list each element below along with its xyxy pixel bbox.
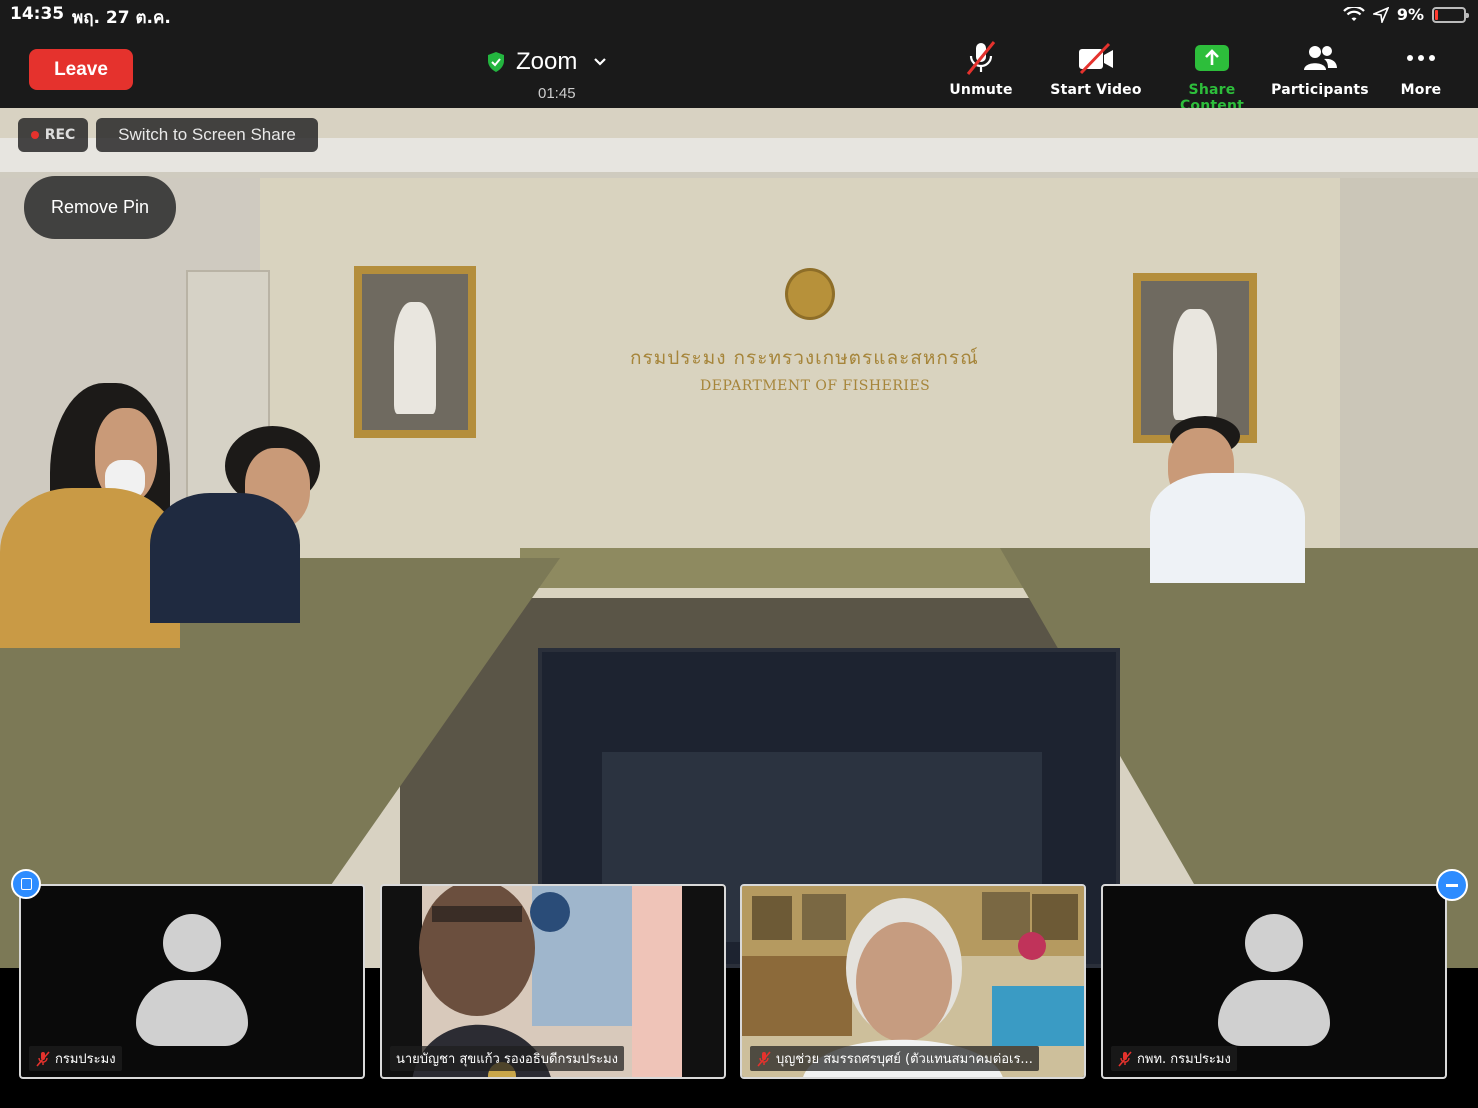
default-avatar-icon	[1218, 914, 1330, 1046]
participants-icon	[1304, 46, 1337, 70]
status-date: พฤ. 27 ต.ค.	[72, 8, 171, 28]
recording-indicator: REC	[18, 118, 88, 152]
collapse-thumbnails-icon[interactable]	[1436, 869, 1468, 901]
pinned-video[interactable]: กรมประมง กระทรวงเกษตรและสหกรณ์ DEPARTMEN…	[0, 108, 1478, 968]
start-video-label: Start Video	[1050, 82, 1142, 98]
participant-name-tag: นายบัญชา สุขแก้ว รองอธิบดีกรมประมง	[390, 1046, 625, 1071]
status-bar: 14:35 พฤ. 27 ต.ค. 9%	[0, 0, 1478, 30]
leave-button[interactable]: Leave	[29, 49, 133, 90]
remove-pin-button[interactable]: Remove Pin	[24, 176, 176, 239]
participant-name-tag: บุญช่วย สมรรถศรบุศย์ (ตัวแทนสมาคมต่อเร..…	[750, 1046, 1039, 1071]
battery-percent: 9%	[1396, 5, 1424, 24]
participant-name-tag: กพท. กรมประมง	[1111, 1046, 1237, 1071]
battery-icon	[1432, 6, 1469, 23]
participant-tile-2[interactable]: นายบัญชา สุขแก้ว รองอธิบดีกรมประมง	[380, 884, 726, 1079]
more-label: More	[1400, 82, 1442, 98]
participant-name-tag: กรมประมง	[29, 1046, 122, 1071]
muted-mic-icon	[966, 41, 996, 75]
participant-name: นายบัญชา สุขแก้ว รองอธิบดีกรมประมง	[396, 1052, 619, 1067]
participants-button[interactable]: Participants	[1265, 40, 1375, 98]
more-button[interactable]: More	[1366, 40, 1476, 98]
more-dots-icon	[1407, 55, 1435, 61]
participants-label: Participants	[1271, 82, 1369, 98]
security-shield-icon	[488, 52, 504, 72]
meeting-title: Zoom	[516, 48, 578, 75]
video-off-icon	[1079, 42, 1113, 75]
portrait-frame-left	[354, 266, 476, 438]
status-time: 14:35	[10, 4, 65, 24]
meeting-toolbar: Leave Zoom 01:45 Unmute Start Video Shar…	[0, 30, 1478, 114]
participant-name: กรมประมง	[55, 1052, 116, 1067]
participant-name: กพท. กรมประมง	[1137, 1052, 1231, 1067]
record-dot-icon	[30, 131, 39, 139]
department-seal	[785, 268, 835, 320]
wall-sign-english: DEPARTMENT OF FISHERIES	[700, 378, 931, 394]
unmute-label: Unmute	[949, 82, 1013, 98]
meeting-timer: 01:45	[538, 85, 576, 102]
participant-tile-3[interactable]: บุญช่วย สมรรถศรบุศย์ (ตัวแทนสมาคมต่อเร..…	[740, 884, 1086, 1079]
participant-tile-4[interactable]: กพท. กรมประมง	[1101, 884, 1447, 1079]
share-arrow-icon	[1195, 45, 1229, 71]
table-far-side	[520, 548, 1040, 588]
wall-sign-thai: กรมประมง กระทรวงเกษตรและสหกรณ์	[630, 347, 979, 369]
wifi-icon	[1343, 6, 1365, 21]
switch-to-screen-share-button[interactable]: Switch to Screen Share	[96, 118, 318, 152]
muted-mic-icon	[1118, 1050, 1132, 1067]
location-arrow-icon	[1372, 6, 1389, 23]
participant-tile-1[interactable]: กรมประมง	[19, 884, 365, 1079]
unmute-button[interactable]: Unmute	[926, 40, 1036, 98]
share-content-button[interactable]: Share Content	[1157, 40, 1267, 114]
battery-fill	[1435, 9, 1438, 20]
rec-label: REC	[44, 127, 76, 143]
chevron-down-icon	[594, 58, 607, 66]
pin-video-icon[interactable]	[11, 869, 41, 899]
default-avatar-icon	[136, 914, 248, 1046]
muted-mic-icon	[36, 1050, 50, 1067]
start-video-button[interactable]: Start Video	[1041, 40, 1151, 98]
meeting-info[interactable]: Zoom	[486, 48, 607, 76]
status-right: 9%	[1343, 5, 1469, 24]
muted-mic-icon	[757, 1050, 771, 1067]
participant-name: บุญช่วย สมรรถศรบุศย์ (ตัวแทนสมาคมต่อเร..…	[776, 1052, 1033, 1067]
